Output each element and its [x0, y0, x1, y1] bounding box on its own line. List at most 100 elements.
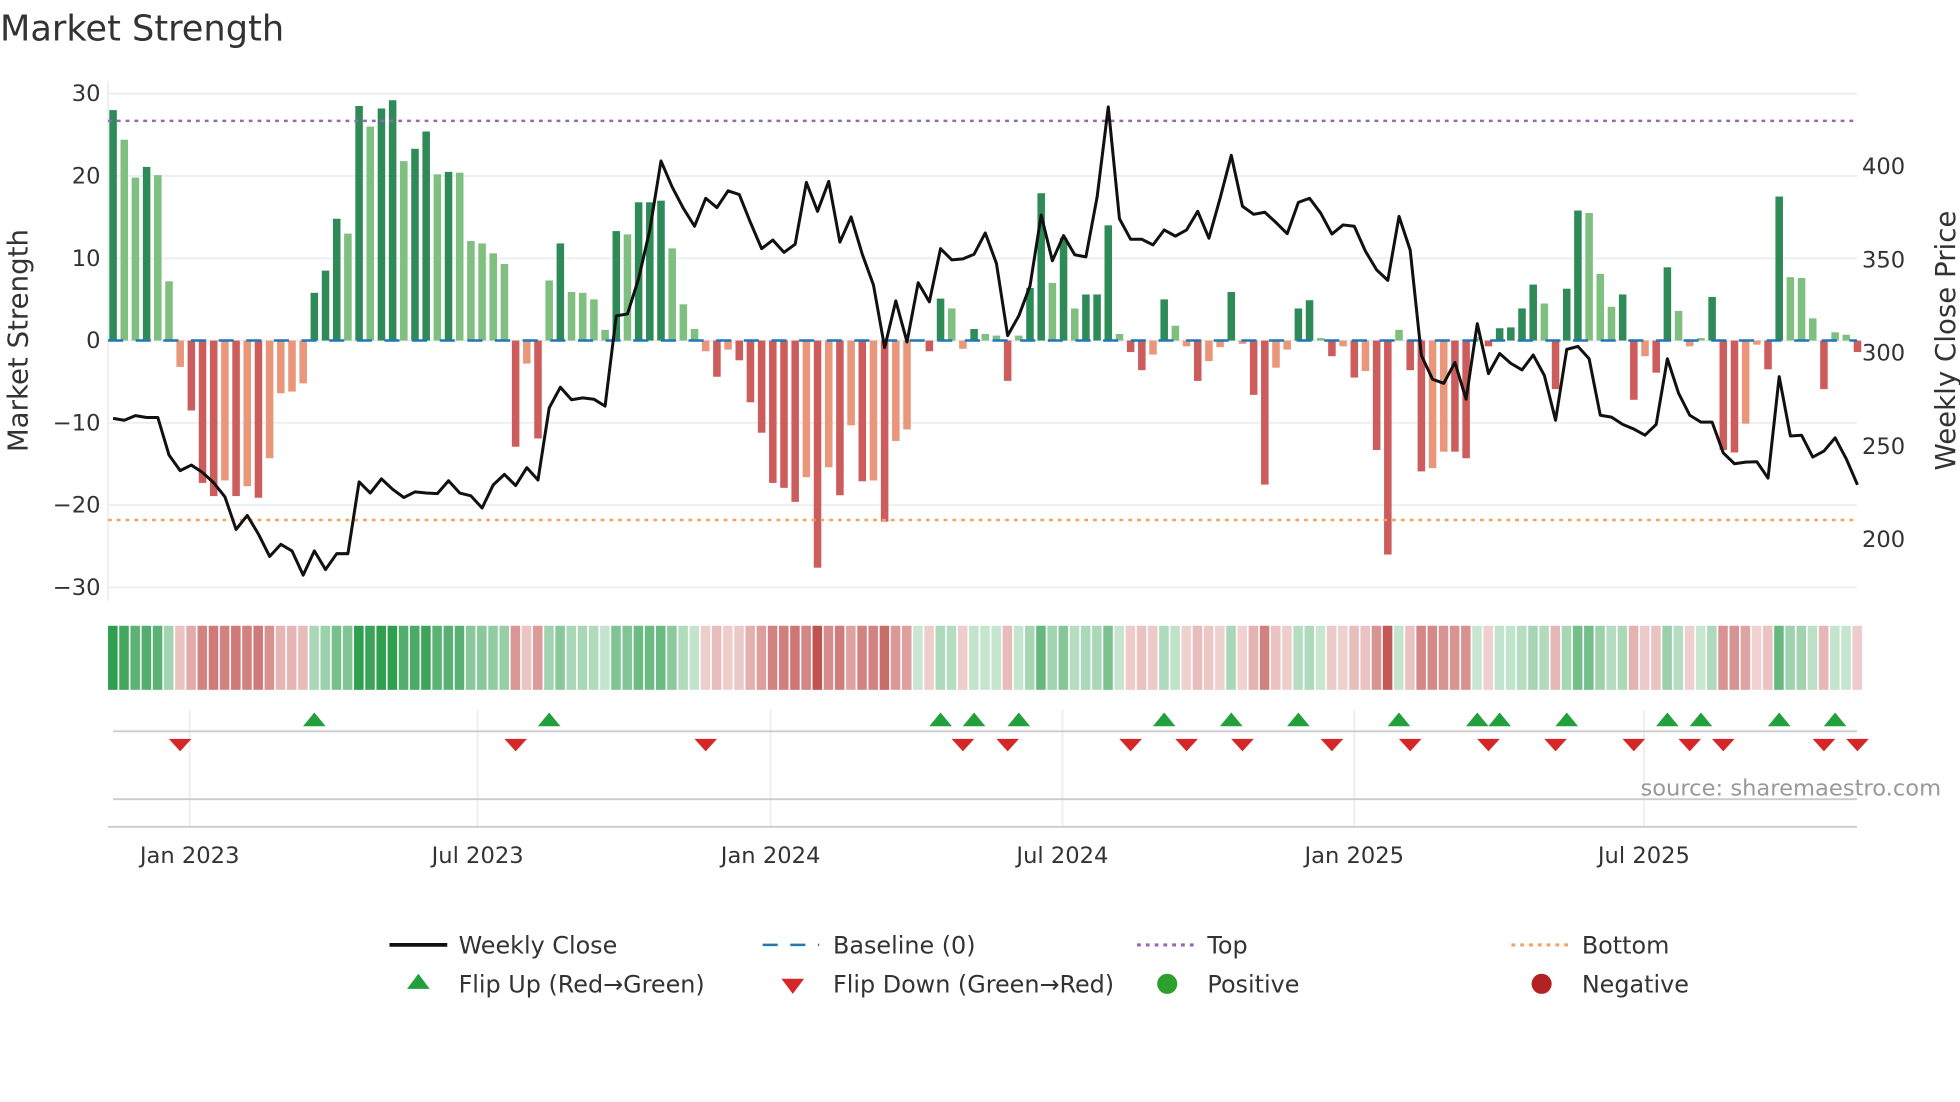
strip-cell — [152, 625, 163, 690]
strength-bar — [936, 298, 945, 341]
strength-bar — [120, 139, 129, 341]
flip-up-marker — [1465, 712, 1489, 727]
strength-bar — [1507, 327, 1515, 341]
strip-cell — [1170, 625, 1180, 690]
strength-bar — [1126, 340, 1135, 353]
strength-bar — [243, 340, 252, 487]
strength-bar — [1350, 340, 1359, 378]
strip-cell — [286, 625, 297, 690]
strength-bar — [1585, 212, 1593, 341]
strength-bar — [892, 340, 900, 441]
strength-bar — [1842, 334, 1851, 341]
strip-cell — [1416, 625, 1426, 690]
flip-up-marker — [1823, 712, 1847, 727]
flip-down-marker — [1711, 738, 1735, 752]
strength-bar — [388, 100, 397, 341]
market-strength-chart: Market Strength 30 20 10 0 −10 −20 −30 400 350 3… — [0, 8, 1960, 999]
strength-bar — [1372, 340, 1381, 451]
strip-cell — [1505, 625, 1516, 690]
strip-cell — [957, 625, 968, 690]
strip-cell — [588, 625, 599, 690]
strip-cell — [342, 625, 353, 690]
strength-bar — [1328, 340, 1336, 357]
strength-bar — [746, 340, 755, 403]
strip-cell — [1270, 625, 1281, 690]
strength-bar — [1529, 284, 1537, 341]
strip-cell — [935, 625, 946, 690]
strip-cell — [186, 625, 196, 690]
strip-cell — [532, 625, 543, 690]
flip-down-triangle-icon — [781, 978, 805, 994]
strength-bar — [1551, 340, 1560, 390]
strip-cell — [1315, 625, 1326, 690]
strip-cell — [1606, 625, 1616, 690]
flip-down-marker — [1231, 738, 1254, 752]
strip-cell — [1192, 625, 1203, 690]
flip-up-triangle-icon — [407, 973, 430, 989]
strip-cell — [1494, 625, 1505, 690]
strength-bar — [299, 340, 307, 384]
strip-cell — [1203, 625, 1214, 690]
strip-cell — [1293, 625, 1303, 690]
strength-bar — [858, 340, 867, 482]
strength-bar — [623, 234, 632, 341]
flip-down-marker — [1320, 738, 1344, 752]
strip-cell — [1159, 625, 1169, 690]
flip-up-marker — [929, 712, 952, 727]
strip-cell — [320, 625, 331, 690]
y2-tick-label: 300 — [1862, 341, 1905, 367]
strength-heat-strip — [108, 625, 1862, 690]
strength-bar — [131, 177, 140, 341]
strength-bar — [187, 340, 196, 411]
flip-up-marker — [303, 712, 326, 727]
strip-cell — [477, 625, 487, 690]
strip-cell — [1852, 625, 1862, 690]
strength-bar — [1439, 340, 1448, 452]
chart-title: Market Strength — [0, 8, 284, 49]
x-tick-label: Jan 2024 — [719, 843, 821, 869]
strip-cell — [1673, 625, 1684, 690]
strength-bar — [824, 340, 833, 468]
strip-cell — [354, 625, 364, 690]
y2-tick-label: 400 — [1862, 154, 1905, 180]
strength-bar — [344, 233, 352, 341]
strip-cell — [544, 625, 554, 690]
strength-bar — [1305, 300, 1314, 341]
strip-cell — [208, 625, 219, 690]
strip-cell — [1740, 625, 1751, 690]
strength-bar — [1764, 340, 1772, 370]
strip-cell — [309, 625, 319, 690]
strip-cell — [1751, 625, 1762, 690]
strip-cell — [108, 625, 118, 690]
legend-top: Top — [1206, 932, 1247, 960]
strength-bar — [1495, 328, 1504, 341]
strength-bar — [489, 253, 498, 341]
strip-cell — [600, 625, 610, 690]
strength-bar — [1574, 210, 1582, 341]
strip-cell — [1371, 625, 1382, 690]
strength-bar — [310, 292, 319, 341]
strip-cell — [566, 625, 577, 690]
strength-bar — [925, 340, 934, 352]
source-note: source: sharemaestro.com — [1640, 775, 1941, 801]
strip-cell — [1125, 625, 1136, 690]
strength-bar — [265, 340, 274, 459]
y-tick-label: 30 — [72, 81, 101, 107]
strength-bar — [198, 340, 207, 483]
strength-bar — [1708, 296, 1716, 341]
strength-bar — [1641, 340, 1649, 357]
x-tick-label: Jan 2025 — [1302, 843, 1404, 869]
strength-bar — [713, 340, 721, 377]
strength-bars — [109, 100, 1862, 568]
strength-bar — [1093, 294, 1101, 341]
legend: Weekly Close Baseline (0) Top Bottom Fli… — [389, 932, 1689, 999]
strength-bar — [1596, 273, 1605, 341]
strip-cell — [734, 625, 744, 690]
strip-cell — [1047, 625, 1057, 690]
flip-down-marker — [1544, 738, 1567, 752]
strength-bar — [970, 329, 978, 341]
strip-cell — [857, 625, 867, 690]
strength-bar — [791, 340, 799, 502]
strength-bar — [176, 340, 184, 367]
strip-cell — [1707, 625, 1717, 690]
